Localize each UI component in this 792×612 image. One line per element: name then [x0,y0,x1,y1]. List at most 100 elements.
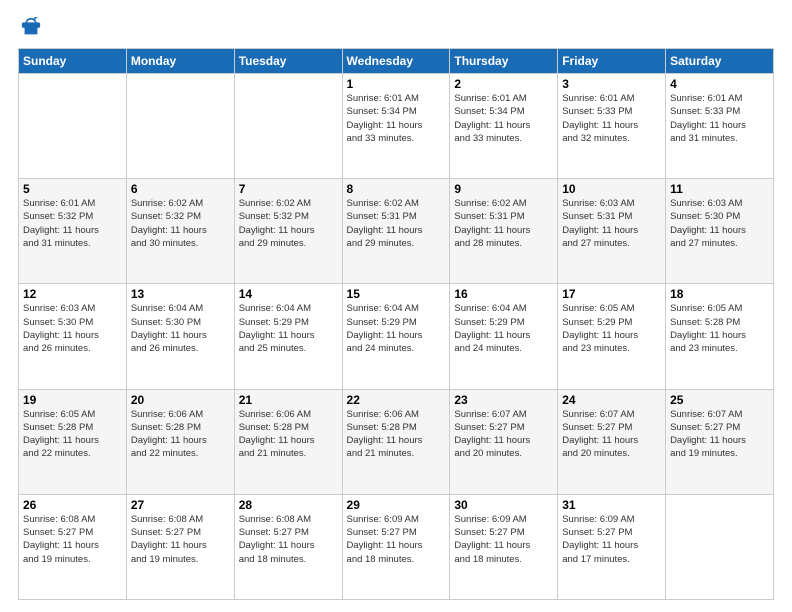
calendar-cell: 11Sunrise: 6:03 AM Sunset: 5:30 PM Dayli… [666,179,774,284]
day-header-sunday: Sunday [19,49,127,74]
day-number: 29 [347,498,446,512]
logo-icon [20,16,42,38]
day-number: 9 [454,182,553,196]
day-number: 6 [131,182,230,196]
day-number: 8 [347,182,446,196]
day-number: 27 [131,498,230,512]
calendar-cell: 1Sunrise: 6:01 AM Sunset: 5:34 PM Daylig… [342,74,450,179]
week-row-4: 19Sunrise: 6:05 AM Sunset: 5:28 PM Dayli… [19,389,774,494]
calendar-cell: 3Sunrise: 6:01 AM Sunset: 5:33 PM Daylig… [558,74,666,179]
calendar-cell: 8Sunrise: 6:02 AM Sunset: 5:31 PM Daylig… [342,179,450,284]
day-info: Sunrise: 6:06 AM Sunset: 5:28 PM Dayligh… [131,408,230,461]
day-info: Sunrise: 6:04 AM Sunset: 5:30 PM Dayligh… [131,302,230,355]
day-number: 10 [562,182,661,196]
day-number: 4 [670,77,769,91]
day-number: 28 [239,498,338,512]
calendar-cell: 24Sunrise: 6:07 AM Sunset: 5:27 PM Dayli… [558,389,666,494]
calendar-cell: 28Sunrise: 6:08 AM Sunset: 5:27 PM Dayli… [234,494,342,599]
day-info: Sunrise: 6:06 AM Sunset: 5:28 PM Dayligh… [239,408,338,461]
day-number: 13 [131,287,230,301]
day-info: Sunrise: 6:04 AM Sunset: 5:29 PM Dayligh… [454,302,553,355]
day-info: Sunrise: 6:02 AM Sunset: 5:32 PM Dayligh… [131,197,230,250]
day-info: Sunrise: 6:08 AM Sunset: 5:27 PM Dayligh… [239,513,338,566]
calendar-cell: 14Sunrise: 6:04 AM Sunset: 5:29 PM Dayli… [234,284,342,389]
week-row-3: 12Sunrise: 6:03 AM Sunset: 5:30 PM Dayli… [19,284,774,389]
calendar-cell: 4Sunrise: 6:01 AM Sunset: 5:33 PM Daylig… [666,74,774,179]
calendar-cell: 12Sunrise: 6:03 AM Sunset: 5:30 PM Dayli… [19,284,127,389]
day-number: 23 [454,393,553,407]
day-header-thursday: Thursday [450,49,558,74]
calendar-cell: 27Sunrise: 6:08 AM Sunset: 5:27 PM Dayli… [126,494,234,599]
day-info: Sunrise: 6:07 AM Sunset: 5:27 PM Dayligh… [562,408,661,461]
day-info: Sunrise: 6:09 AM Sunset: 5:27 PM Dayligh… [562,513,661,566]
header [18,16,774,38]
day-info: Sunrise: 6:02 AM Sunset: 5:31 PM Dayligh… [454,197,553,250]
day-header-wednesday: Wednesday [342,49,450,74]
calendar-cell: 2Sunrise: 6:01 AM Sunset: 5:34 PM Daylig… [450,74,558,179]
calendar-cell [666,494,774,599]
day-header-friday: Friday [558,49,666,74]
calendar-cell: 23Sunrise: 6:07 AM Sunset: 5:27 PM Dayli… [450,389,558,494]
calendar-cell: 29Sunrise: 6:09 AM Sunset: 5:27 PM Dayli… [342,494,450,599]
calendar-cell: 17Sunrise: 6:05 AM Sunset: 5:29 PM Dayli… [558,284,666,389]
day-header-saturday: Saturday [666,49,774,74]
logo [18,16,42,38]
day-number: 31 [562,498,661,512]
day-header-tuesday: Tuesday [234,49,342,74]
days-header-row: SundayMondayTuesdayWednesdayThursdayFrid… [19,49,774,74]
calendar-cell: 7Sunrise: 6:02 AM Sunset: 5:32 PM Daylig… [234,179,342,284]
calendar-cell: 9Sunrise: 6:02 AM Sunset: 5:31 PM Daylig… [450,179,558,284]
day-info: Sunrise: 6:03 AM Sunset: 5:30 PM Dayligh… [670,197,769,250]
calendar-cell: 21Sunrise: 6:06 AM Sunset: 5:28 PM Dayli… [234,389,342,494]
day-info: Sunrise: 6:01 AM Sunset: 5:34 PM Dayligh… [454,92,553,145]
day-info: Sunrise: 6:08 AM Sunset: 5:27 PM Dayligh… [131,513,230,566]
calendar-cell: 19Sunrise: 6:05 AM Sunset: 5:28 PM Dayli… [19,389,127,494]
calendar-cell: 10Sunrise: 6:03 AM Sunset: 5:31 PM Dayli… [558,179,666,284]
day-info: Sunrise: 6:07 AM Sunset: 5:27 PM Dayligh… [454,408,553,461]
day-info: Sunrise: 6:08 AM Sunset: 5:27 PM Dayligh… [23,513,122,566]
calendar-cell: 26Sunrise: 6:08 AM Sunset: 5:27 PM Dayli… [19,494,127,599]
day-number: 18 [670,287,769,301]
calendar-cell: 20Sunrise: 6:06 AM Sunset: 5:28 PM Dayli… [126,389,234,494]
day-number: 16 [454,287,553,301]
day-header-monday: Monday [126,49,234,74]
calendar-cell: 31Sunrise: 6:09 AM Sunset: 5:27 PM Dayli… [558,494,666,599]
day-number: 19 [23,393,122,407]
day-info: Sunrise: 6:04 AM Sunset: 5:29 PM Dayligh… [347,302,446,355]
day-info: Sunrise: 6:02 AM Sunset: 5:32 PM Dayligh… [239,197,338,250]
day-number: 21 [239,393,338,407]
page: SundayMondayTuesdayWednesdayThursdayFrid… [0,0,792,612]
day-info: Sunrise: 6:01 AM Sunset: 5:33 PM Dayligh… [670,92,769,145]
week-row-2: 5Sunrise: 6:01 AM Sunset: 5:32 PM Daylig… [19,179,774,284]
day-number: 24 [562,393,661,407]
day-info: Sunrise: 6:05 AM Sunset: 5:28 PM Dayligh… [670,302,769,355]
day-number: 17 [562,287,661,301]
calendar-cell [234,74,342,179]
day-number: 25 [670,393,769,407]
day-info: Sunrise: 6:04 AM Sunset: 5:29 PM Dayligh… [239,302,338,355]
day-info: Sunrise: 6:09 AM Sunset: 5:27 PM Dayligh… [347,513,446,566]
day-number: 7 [239,182,338,196]
day-number: 30 [454,498,553,512]
day-info: Sunrise: 6:03 AM Sunset: 5:30 PM Dayligh… [23,302,122,355]
day-number: 2 [454,77,553,91]
day-info: Sunrise: 6:01 AM Sunset: 5:33 PM Dayligh… [562,92,661,145]
week-row-5: 26Sunrise: 6:08 AM Sunset: 5:27 PM Dayli… [19,494,774,599]
calendar-cell: 5Sunrise: 6:01 AM Sunset: 5:32 PM Daylig… [19,179,127,284]
day-number: 22 [347,393,446,407]
day-info: Sunrise: 6:09 AM Sunset: 5:27 PM Dayligh… [454,513,553,566]
day-info: Sunrise: 6:01 AM Sunset: 5:34 PM Dayligh… [347,92,446,145]
day-info: Sunrise: 6:02 AM Sunset: 5:31 PM Dayligh… [347,197,446,250]
day-number: 15 [347,287,446,301]
day-info: Sunrise: 6:07 AM Sunset: 5:27 PM Dayligh… [670,408,769,461]
day-number: 20 [131,393,230,407]
day-number: 1 [347,77,446,91]
day-number: 26 [23,498,122,512]
calendar-cell: 18Sunrise: 6:05 AM Sunset: 5:28 PM Dayli… [666,284,774,389]
day-info: Sunrise: 6:03 AM Sunset: 5:31 PM Dayligh… [562,197,661,250]
day-number: 3 [562,77,661,91]
calendar-cell: 15Sunrise: 6:04 AM Sunset: 5:29 PM Dayli… [342,284,450,389]
day-number: 12 [23,287,122,301]
day-info: Sunrise: 6:05 AM Sunset: 5:28 PM Dayligh… [23,408,122,461]
day-number: 11 [670,182,769,196]
